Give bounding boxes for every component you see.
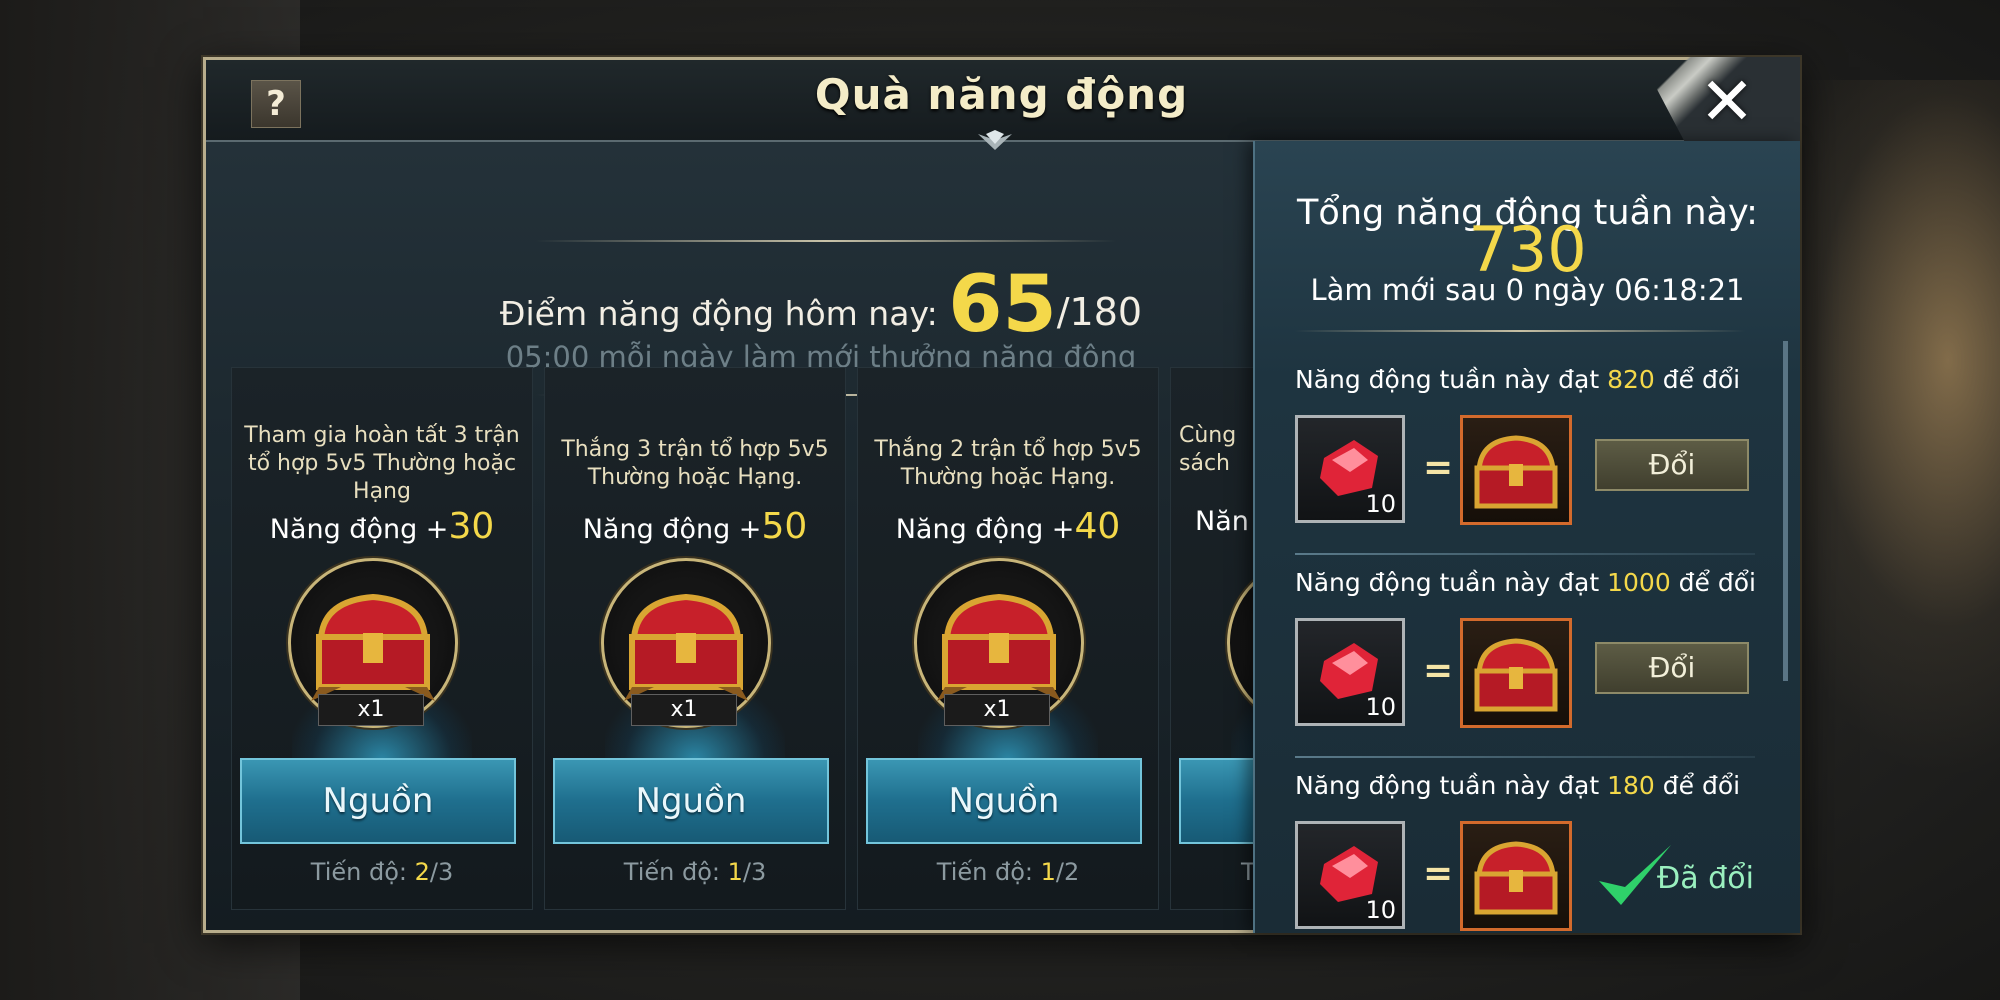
tier-requirement: Năng động tuần này đạt 1000 để đổi xyxy=(1295,568,1756,597)
source-button[interactable] xyxy=(1179,758,1261,844)
gem-count: 10 xyxy=(1365,693,1396,721)
tier-requirement: Năng động tuần này đạt 180 để đổi xyxy=(1295,771,1740,800)
tier-label-prefix: Năng động tuần này đạt xyxy=(1295,771,1608,800)
divider xyxy=(1295,330,1745,332)
task-card: Thắng 3 trận tổ hợp 5v5 Thường hoặc Hạng… xyxy=(544,367,846,910)
chest-reward-slot[interactable] xyxy=(1460,415,1572,525)
task-points: Năng động +30 xyxy=(232,506,532,547)
source-button[interactable]: Nguồn xyxy=(553,758,829,844)
divider xyxy=(1295,756,1755,758)
progress-max: /2 xyxy=(1055,858,1080,886)
daily-score-label: Điểm năng động hôm nay: xyxy=(499,294,938,333)
scrollbar[interactable] xyxy=(1783,341,1788,681)
weekly-tier: Năng động tuần này đạt 820 để đổi 10 = Đ… xyxy=(1295,365,1765,569)
daily-score-value: 65 xyxy=(948,260,1057,350)
dialog-title: Quà năng động xyxy=(814,70,1189,119)
task-points-label: Năng động + xyxy=(582,514,762,545)
divider xyxy=(1295,553,1755,555)
exchange-button[interactable]: Đổi xyxy=(1595,642,1749,694)
task-points: Năng động +40 xyxy=(858,506,1158,547)
treasure-chest-icon xyxy=(1474,841,1558,915)
task-points-label: Năng động + xyxy=(269,514,449,545)
task-description: Cùng sách xyxy=(1179,423,1237,476)
chest-reward-slot[interactable] xyxy=(1460,618,1572,728)
tier-label-suffix: để đổi xyxy=(1654,365,1741,394)
tier-requirement: Năng động tuần này đạt 820 để đổi xyxy=(1295,365,1740,394)
gem-count: 10 xyxy=(1365,896,1396,924)
progress-label: Tiến độ: xyxy=(310,858,415,886)
equals-sign: = xyxy=(1423,650,1454,691)
progress-label: Tiến độ: xyxy=(623,858,728,886)
task-description: Thắng 3 trận tổ hợp 5v5 Thường hoặc Hạng… xyxy=(561,437,829,490)
task-progress: Tiến độ: 1/2 xyxy=(858,858,1158,886)
treasure-chest-icon xyxy=(1474,638,1558,712)
task-list: Tham gia hoàn tất 3 trận tổ hợp 5v5 Thườ… xyxy=(231,367,1261,910)
task-card: Tham gia hoàn tất 3 trận tổ hợp 5v5 Thườ… xyxy=(231,367,533,910)
redeemed-label: Đã đổi xyxy=(1657,861,1754,896)
progress-max: /3 xyxy=(742,858,767,886)
chest-reward-slot[interactable] xyxy=(1460,821,1572,931)
task-points: Năn xyxy=(1195,506,1261,537)
close-button[interactable]: ✕ xyxy=(1695,69,1759,135)
redeemed-status: Đã đổi xyxy=(1595,841,1765,911)
weekly-reward-panel: Tổng năng động tuần này: 730 Làm mới sau… xyxy=(1253,141,1800,933)
task-progress: Tiến độ: 2/3 xyxy=(232,858,532,886)
source-button[interactable]: Nguồn xyxy=(866,758,1142,844)
tier-label-prefix: Năng động tuần này đạt xyxy=(1295,568,1608,597)
close-icon: ✕ xyxy=(1699,63,1755,140)
task-points-value: 50 xyxy=(761,506,808,547)
task-description: Tham gia hoàn tất 3 trận tổ hợp 5v5 Thườ… xyxy=(244,423,520,504)
equals-sign: = xyxy=(1423,447,1454,488)
gem-cost-slot[interactable]: 10 xyxy=(1295,618,1405,726)
task-card: Thắng 2 trận tổ hợp 5v5 Thường hoặc Hạng… xyxy=(857,367,1159,910)
weekly-tier: Năng động tuần này đạt 1000 để đổi 10 = … xyxy=(1295,568,1765,772)
progress-current: 1 xyxy=(1040,858,1056,886)
task-points-value: 40 xyxy=(1074,506,1121,547)
tier-requirement-value: 180 xyxy=(1607,771,1655,800)
source-button[interactable]: Nguồn xyxy=(240,758,516,844)
task-progress: Tiến độ: 1/3 xyxy=(545,858,845,886)
weekly-tier: Năng động tuần này đạt 180 để đổi 10 = Đ… xyxy=(1295,771,1765,931)
progress-max: /3 xyxy=(429,858,454,886)
tier-label-prefix: Năng động tuần này đạt xyxy=(1295,365,1608,394)
task-points-label: Năng động + xyxy=(895,514,1075,545)
progress-current: 2 xyxy=(414,858,430,886)
reward-quantity: x1 xyxy=(944,694,1050,726)
gem-cost-slot[interactable]: 10 xyxy=(1295,415,1405,523)
gem-count: 10 xyxy=(1365,490,1396,518)
task-points-label: Năn xyxy=(1195,506,1249,537)
exchange-button[interactable]: Đổi xyxy=(1595,439,1749,491)
task-points: Năng động +50 xyxy=(545,506,845,547)
tier-label-suffix: để đổi xyxy=(1654,771,1741,800)
daily-score: Điểm năng động hôm nay: 65/180 xyxy=(416,260,1226,350)
title-ornament-icon xyxy=(978,130,1012,150)
treasure-chest-icon xyxy=(1474,435,1558,509)
reward-quantity: x1 xyxy=(631,694,737,726)
divider xyxy=(536,240,1116,242)
progress-current: 1 xyxy=(727,858,743,886)
daily-score-max: /180 xyxy=(1056,290,1143,334)
weekly-refresh-timer: Làm mới sau 0 ngày 06:18:21 xyxy=(1310,273,1745,307)
task-card: Cùng sách Năn T xyxy=(1170,367,1261,910)
daily-score-block: Điểm năng động hôm nay: 65/180 05:00 mỗi… xyxy=(416,160,1226,400)
dialog-titlebar: ? Quà năng động ✕ xyxy=(206,57,1800,152)
progress-label: Tiến độ: xyxy=(936,858,1041,886)
task-points-value: 30 xyxy=(448,506,495,547)
equals-sign: = xyxy=(1423,853,1454,894)
gem-cost-slot[interactable]: 10 xyxy=(1295,821,1405,929)
task-description: Thắng 2 trận tổ hợp 5v5 Thường hoặc Hạng… xyxy=(874,437,1142,490)
tier-requirement-value: 1000 xyxy=(1607,568,1671,597)
reward-quantity: x1 xyxy=(318,694,424,726)
tier-requirement-value: 820 xyxy=(1607,365,1655,394)
tier-label-suffix: để đổi xyxy=(1670,568,1756,597)
